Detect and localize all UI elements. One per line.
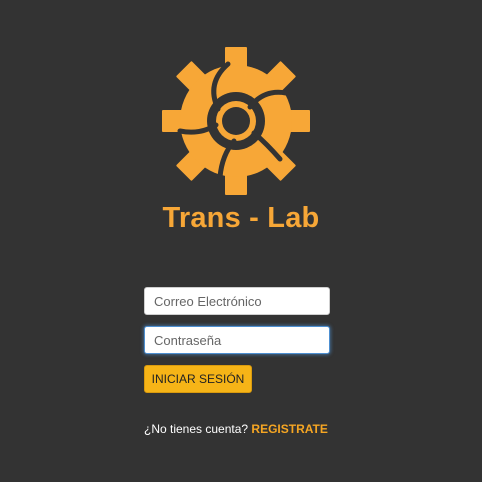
brand-title: Trans - Lab — [162, 202, 320, 234]
signup-prompt-text: ¿No tienes cuenta? — [144, 422, 249, 436]
password-field[interactable] — [144, 326, 330, 354]
gear-logo-icon — [162, 47, 310, 195]
email-field[interactable] — [144, 287, 330, 315]
signup-link[interactable]: REGISTRATE — [251, 422, 327, 436]
login-button[interactable]: INICIAR SESIÓN — [144, 365, 252, 393]
signup-prompt-row: ¿No tienes cuenta? REGISTRATE — [144, 422, 328, 436]
login-page: Trans - Lab INICIAR SESIÓN ¿No tienes cu… — [0, 0, 482, 482]
